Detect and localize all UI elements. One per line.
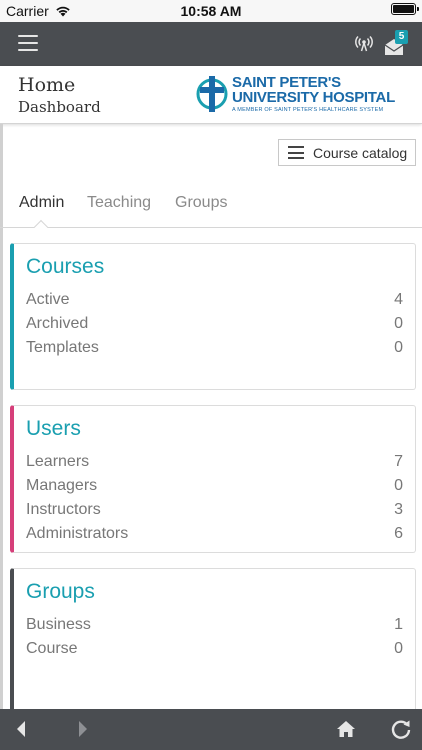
- groups-card[interactable]: Groups Business 1 Course 0: [10, 568, 416, 728]
- mail-button[interactable]: 5: [384, 30, 408, 58]
- hamburger-menu-button[interactable]: [18, 35, 38, 53]
- row-label: Learners: [26, 453, 90, 470]
- tab-groups[interactable]: Groups: [175, 194, 227, 212]
- logo-line-3: A MEMBER OF SAINT PETER'S HEALTHCARE SYS…: [232, 107, 384, 113]
- list-item[interactable]: Learners 7: [26, 453, 403, 477]
- courses-card-title: Courses: [26, 255, 105, 278]
- hospital-logo: SAINT PETER'S UNIVERSITY HOSPITAL A MEMB…: [196, 74, 422, 118]
- active-tab-indicator: [33, 219, 49, 235]
- groups-card-title: Groups: [26, 580, 95, 603]
- row-label: Managers: [26, 477, 98, 494]
- hamburger-icon: [18, 35, 38, 37]
- users-card-title: Users: [26, 417, 81, 440]
- row-value: 0: [394, 315, 403, 332]
- logo-line-2: UNIVERSITY HOSPITAL: [232, 89, 395, 106]
- bottom-toolbar: [0, 709, 422, 750]
- mail-count-badge: 5: [395, 30, 408, 44]
- list-item[interactable]: Instructors 3: [26, 501, 403, 525]
- row-label: Business: [26, 616, 91, 633]
- course-catalog-label: Course catalog: [313, 144, 408, 161]
- tab-teaching[interactable]: Teaching: [87, 194, 151, 212]
- list-item[interactable]: Course 0: [26, 640, 403, 664]
- dashboard-tabs: Admin Teaching Groups: [0, 186, 422, 235]
- app-top-bar: 5: [0, 22, 422, 66]
- courses-card[interactable]: Courses Active 4 Archived 0 Templates 0: [10, 243, 416, 390]
- row-label: Administrators: [26, 525, 129, 542]
- tab-admin[interactable]: Admin: [19, 194, 64, 212]
- status-time: 10:58 AM: [180, 3, 242, 19]
- row-value: 3: [394, 501, 403, 518]
- row-value: 6: [394, 525, 403, 542]
- row-label: Instructors: [26, 501, 101, 518]
- page-header: Home Dashboard SAINT PETER'S UNIVERSITY …: [0, 66, 422, 124]
- home-icon[interactable]: [336, 719, 356, 739]
- page-subtitle: Dashboard: [18, 98, 101, 116]
- status-bar: Carrier 10:58 AM: [0, 0, 422, 22]
- list-item[interactable]: Administrators 6: [26, 525, 403, 549]
- list-item[interactable]: Active 4: [26, 291, 403, 315]
- battery-icon: [391, 3, 419, 15]
- row-value: 0: [394, 477, 403, 494]
- list-item[interactable]: Business 1: [26, 616, 403, 640]
- back-arrow-icon[interactable]: [14, 720, 28, 738]
- list-item[interactable]: Archived 0: [26, 315, 403, 339]
- refresh-icon[interactable]: [390, 718, 412, 740]
- course-catalog-button[interactable]: Course catalog: [278, 139, 416, 166]
- list-item[interactable]: Templates 0: [26, 339, 403, 363]
- row-value: 0: [394, 640, 403, 657]
- row-label: Archived: [26, 315, 89, 332]
- list-icon: [288, 146, 304, 159]
- row-value: 7: [394, 453, 403, 470]
- page-title: Home: [18, 74, 76, 96]
- row-label: Templates: [26, 339, 99, 356]
- row-value: 0: [394, 339, 403, 356]
- row-value: 1: [394, 616, 403, 633]
- list-item[interactable]: Managers 0: [26, 477, 403, 501]
- forward-arrow-icon[interactable]: [76, 720, 90, 738]
- hospital-cross-icon: [196, 76, 228, 112]
- row-label: Active: [26, 291, 70, 308]
- broadcast-icon[interactable]: [354, 34, 374, 54]
- row-label: Course: [26, 640, 78, 657]
- users-card[interactable]: Users Learners 7 Managers 0 Instructors …: [10, 405, 416, 553]
- row-value: 4: [394, 291, 403, 308]
